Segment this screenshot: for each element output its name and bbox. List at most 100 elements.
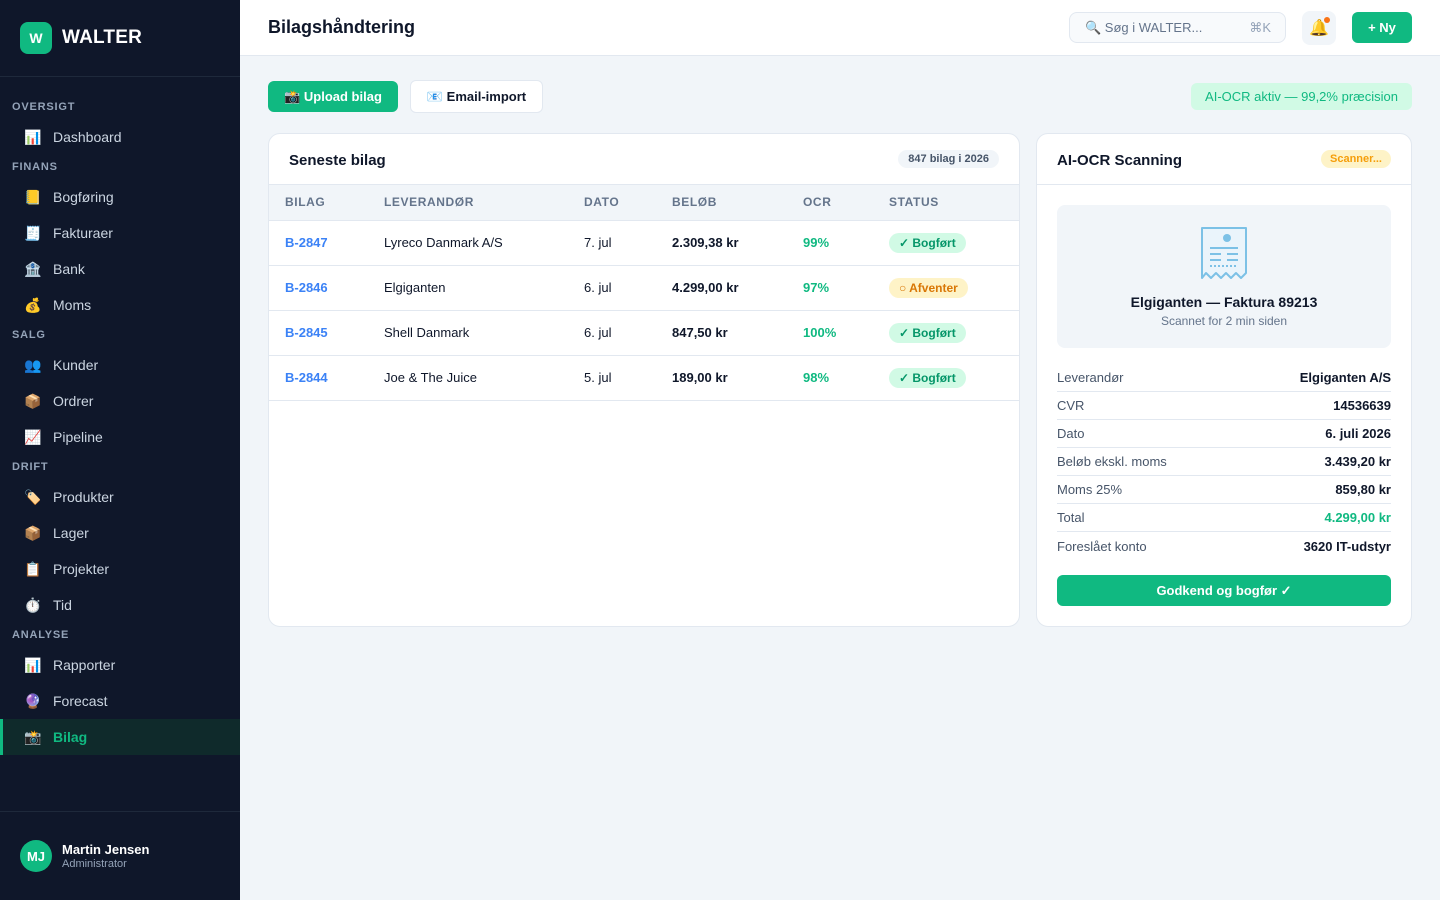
amount-cell: 2.309,38 kr <box>672 235 739 250</box>
new-button[interactable]: + Ny <box>1352 12 1412 43</box>
sidebar-item-fakturaer[interactable]: 🧾 Fakturaer <box>0 215 240 251</box>
sidebar-item-rapporter[interactable]: 📊 Rapporter <box>0 647 240 683</box>
field-value: 3620 IT-udstyr <box>1303 538 1391 554</box>
date-cell: 5. jul <box>584 370 612 385</box>
sidebar-item-pipeline[interactable]: 📈 Pipeline <box>0 419 240 455</box>
field-row: Total 4.299,00 kr <box>1057 504 1391 532</box>
sidebar-item-bilag[interactable]: 📸 Bilag <box>0 719 240 755</box>
notifications-button[interactable]: 🔔 <box>1302 11 1336 45</box>
status-badge: ✓ Bogført <box>889 367 966 388</box>
amount-cell: 189,00 kr <box>672 370 728 385</box>
sidebar-item-bank[interactable]: 🏦 Bank <box>0 251 240 287</box>
sidebar-item-label: Moms <box>53 297 92 313</box>
sidebar-item-label: Forecast <box>53 693 108 709</box>
email-import-button[interactable]: 📧 Email-import <box>410 80 543 113</box>
user-profile[interactable]: MJ Martin Jensen Administrator <box>0 811 240 900</box>
ocr-confidence-cell: 100% <box>803 325 837 340</box>
table-row[interactable]: B-2847 Lyreco Danmark A/S 7. jul 2.309,38 k… <box>269 220 1019 265</box>
nav-section-drift: DRIFT <box>12 461 49 473</box>
column-header-bilag[interactable]: BILAG <box>269 185 384 221</box>
notification-dot <box>1324 17 1330 23</box>
ocr-status-badge: AI-OCR aktiv — 99,2% præcision <box>1191 83 1412 110</box>
sidebar: W WALTER OVERSIGT 📊 Dashboard FINANS 📒 Bogfør… <box>0 0 240 900</box>
column-header-status[interactable]: STATUS <box>889 185 1019 221</box>
scan-preview[interactable]: Elgiganten — Faktura 89213 Scannet for 2… <box>1057 205 1391 348</box>
sidebar-item-tid[interactable]: ⏱️ Tid <box>0 587 240 623</box>
search-shortcut: ⌘K <box>1249 19 1271 35</box>
search-input[interactable]: 🔍 Søg i WALTER... ⌘K <box>1069 12 1286 43</box>
users-icon: 👥 <box>24 356 42 373</box>
sidebar-item-label: Fakturaer <box>53 225 113 241</box>
field-label: Beløb ekskl. moms <box>1057 454 1167 469</box>
sidebar-item-label: Projekter <box>53 561 110 577</box>
sidebar-item-forecast[interactable]: 🔮 Forecast <box>0 683 240 719</box>
column-header-ocr[interactable]: OCR <box>803 185 889 221</box>
avatar: MJ <box>20 840 52 872</box>
sidebar-item-projekter[interactable]: 📋 Projekter <box>0 551 240 587</box>
clipboard-icon: 📋 <box>24 560 42 577</box>
receipt-icon <box>1201 227 1247 279</box>
field-row: Foreslået konto 3620 IT-udstyr <box>1057 532 1391 560</box>
column-header-date[interactable]: DATO <box>584 185 672 221</box>
receipt-id-link[interactable]: B-2846 <box>285 280 328 295</box>
nav-section-finans: FINANS <box>12 161 58 173</box>
approve-and-post-button[interactable]: Godkend og bogfør ✓ <box>1057 575 1391 606</box>
field-label: Foreslået konto <box>1057 538 1147 554</box>
supplier-cell: Elgiganten <box>384 280 446 295</box>
ocr-confidence-cell: 99% <box>803 235 830 250</box>
scanning-badge: Scanner... <box>1321 150 1391 168</box>
sidebar-nav: OVERSIGT 📊 Dashboard FINANS 📒 Bogføring 🧾 Faktu… <box>0 77 240 755</box>
ledger-icon: 📒 <box>24 188 42 205</box>
camera-icon: 📸 <box>24 728 42 745</box>
field-value: 859,80 kr <box>1335 482 1391 497</box>
sidebar-item-label: Dashboard <box>53 129 122 145</box>
sidebar-item-label: Bank <box>53 261 85 277</box>
nav-section-salg: SALG <box>12 329 46 341</box>
sidebar-item-label: Bilag <box>53 729 88 745</box>
receipt-id-link[interactable]: B-2844 <box>285 370 328 385</box>
field-label: Dato <box>1057 426 1085 441</box>
receipt-icon: 🧾 <box>24 224 42 241</box>
top-header: Bilagshåndtering 🔍 Søg i WALTER... ⌘K 🔔 … <box>240 0 1440 56</box>
sidebar-item-label: Ordrer <box>53 393 94 409</box>
date-cell: 6. jul <box>584 325 612 340</box>
field-value: Elgiganten A/S <box>1299 370 1391 385</box>
sidebar-item-moms[interactable]: 💰 Moms <box>0 287 240 323</box>
supplier-cell: Shell Danmark <box>384 325 470 340</box>
date-cell: 6. jul <box>584 280 612 295</box>
receipt-id-link[interactable]: B-2845 <box>285 325 328 340</box>
receipt-id-link[interactable]: B-2847 <box>285 235 328 250</box>
recent-receipts-title: Seneste bilag <box>289 152 386 169</box>
money-bag-icon: 💰 <box>24 296 42 313</box>
field-value: 14536639 <box>1333 398 1391 413</box>
sidebar-item-kunder[interactable]: 👥 Kunder <box>0 347 240 383</box>
sidebar-item-dashboard[interactable]: 📊 Dashboard <box>0 119 240 155</box>
column-header-supplier[interactable]: LEVERANDØR <box>384 185 584 221</box>
table-row[interactable]: B-2844 Joe & The Juice 5. jul 189,00 kr 98% ✓… <box>269 355 1019 400</box>
trend-icon: 📈 <box>24 428 42 445</box>
sidebar-item-ordrer[interactable]: 📦 Ordrer <box>0 383 240 419</box>
scan-timestamp: Scannet for 2 min siden <box>1160 314 1288 328</box>
upload-receipt-button[interactable]: 📸 Upload bilag <box>268 81 398 112</box>
receipts-table: BILAG LEVERANDØR DATO BELØB OCR STATUS B… <box>269 185 1019 401</box>
ocr-confidence-cell: 97% <box>803 280 830 295</box>
table-row[interactable]: B-2846 Elgiganten 6. jul 4.299,00 kr 97% ○ Af… <box>269 265 1019 310</box>
field-row: Beløb ekskl. moms 3.439,20 kr <box>1057 448 1391 476</box>
sidebar-item-label: Kunder <box>53 357 99 373</box>
brand[interactable]: W WALTER <box>0 0 240 77</box>
sidebar-item-label: Lager <box>53 525 89 541</box>
supplier-cell: Joe & The Juice <box>384 370 477 385</box>
field-row: Moms 25% 859,80 kr <box>1057 476 1391 504</box>
column-header-amount[interactable]: BELØB <box>672 185 803 221</box>
field-label: Leverandør <box>1057 370 1124 385</box>
package-icon: 📦 <box>24 524 42 541</box>
amount-cell: 4.299,00 kr <box>672 280 739 295</box>
table-row[interactable]: B-2845 Shell Danmark 6. jul 847,50 kr 100% ✓ … <box>269 310 1019 355</box>
sidebar-item-label: Produkter <box>53 489 114 505</box>
field-label: Moms 25% <box>1057 482 1123 497</box>
sidebar-item-produkter[interactable]: 🏷️ Produkter <box>0 479 240 515</box>
sidebar-item-bogføring[interactable]: 📒 Bogføring <box>0 179 240 215</box>
scan-document-title: Elgiganten — Faktura 89213 <box>1130 294 1318 310</box>
user-role: Administrator <box>62 858 127 870</box>
sidebar-item-lager[interactable]: 📦 Lager <box>0 515 240 551</box>
